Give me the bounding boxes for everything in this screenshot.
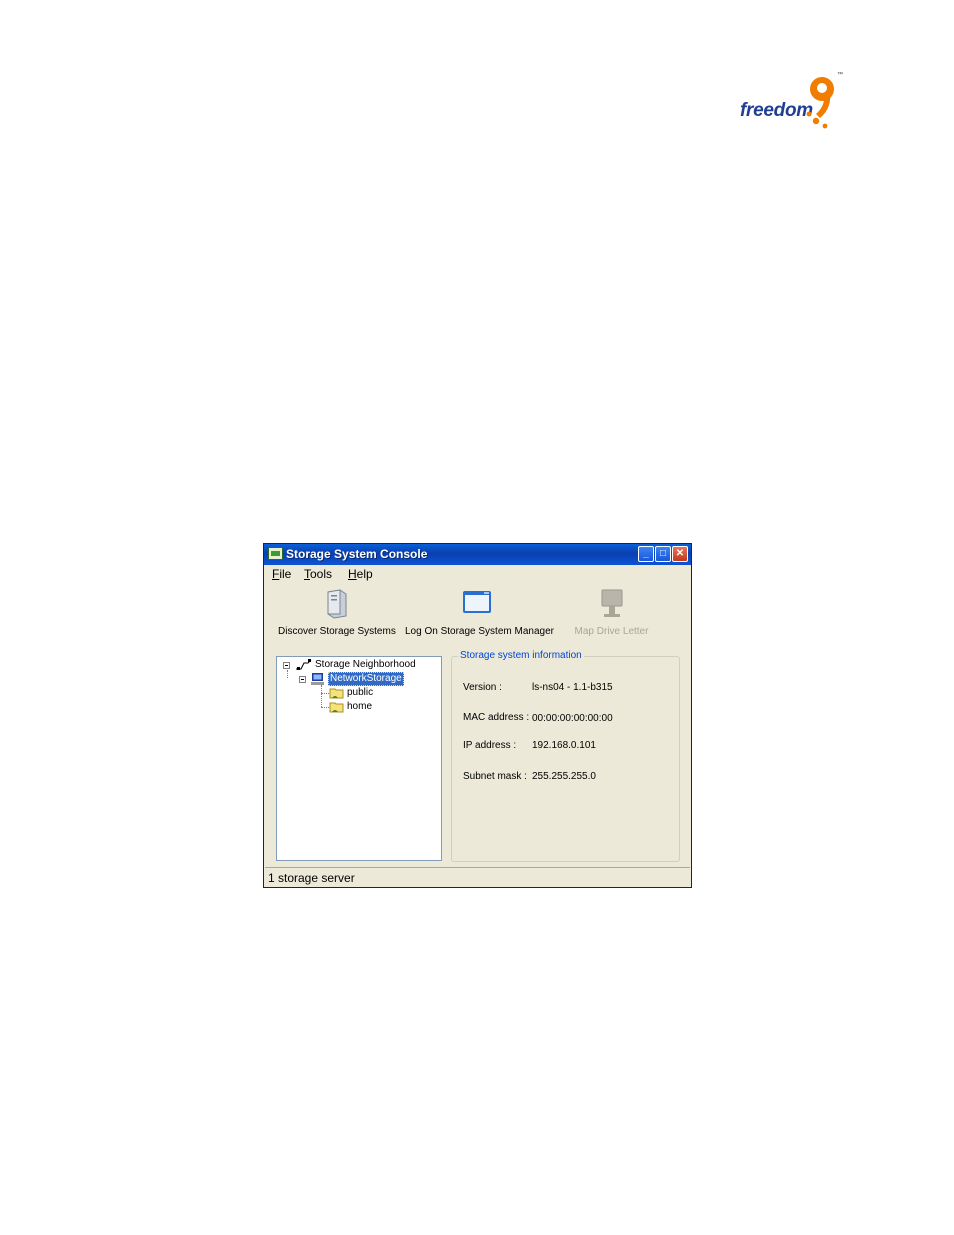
mac-label: MAC address : (463, 712, 530, 723)
tree-label-server: NetworkStorage (328, 672, 404, 686)
menu-file[interactable]: File (272, 567, 291, 581)
map-drive-label: Map Drive Letter (574, 626, 649, 637)
network-icon (296, 659, 312, 670)
tree-connector (321, 685, 322, 707)
tree-label-home: home (347, 701, 373, 712)
status-bar: 1 storage server (265, 867, 690, 886)
close-button[interactable]: ✕ (672, 546, 688, 562)
logon-manager-button[interactable]: Log On Storage System Manager (405, 588, 554, 640)
mac-value: 00:00:00:00:00:00 (532, 713, 613, 724)
window-title: Storage System Console (286, 547, 428, 561)
maximize-button[interactable]: □ (655, 546, 671, 562)
freedom9-logo: freedom ™ (738, 72, 848, 134)
info-group-title: Storage system information (458, 650, 584, 661)
shared-folder-icon (329, 702, 344, 713)
version-value: ls-ns04 - 1.1-b315 (532, 682, 613, 693)
tree-connector (321, 693, 329, 694)
discover-storage-button[interactable]: Discover Storage Systems (278, 588, 396, 640)
tree-label-public: public (347, 687, 374, 698)
menu-help[interactable]: Help (348, 567, 373, 581)
logo-wordmark: freedom (740, 100, 813, 121)
menu-bar: File Tools Help (264, 565, 691, 583)
status-text: 1 storage server (268, 871, 355, 885)
tree-label-root: Storage Neighborhood (315, 659, 416, 670)
computer-icon (311, 673, 324, 685)
ip-value: 192.168.0.101 (532, 740, 596, 751)
minimize-button[interactable]: _ (638, 546, 654, 562)
discover-storage-label: Discover Storage Systems (278, 626, 396, 637)
storage-info-group: Storage system information Version : ls-… (451, 650, 680, 862)
subnet-value: 255.255.255.0 (532, 771, 596, 782)
logo-nine-mark (806, 77, 834, 129)
app-icon (268, 547, 283, 560)
storage-tree[interactable]: Storage Neighborhood NetworkStorage publ… (276, 656, 442, 861)
logo-trademark: ™ (837, 72, 843, 78)
logon-manager-label: Log On Storage System Manager (405, 626, 554, 637)
map-drive-button[interactable]: Map Drive Letter (564, 588, 659, 640)
storage-console-window: Storage System Console _ □ ✕ File Tools … (263, 543, 692, 888)
server-icon (327, 589, 347, 619)
subnet-label: Subnet mask : (463, 771, 527, 782)
tree-connector (321, 707, 329, 708)
browser-window-icon (463, 591, 491, 613)
collapse-icon[interactable] (299, 676, 306, 683)
version-label: Version : (463, 682, 502, 693)
menu-tools[interactable]: Tools (304, 567, 332, 581)
tree-connector (287, 670, 288, 678)
collapse-icon[interactable] (283, 662, 290, 669)
shared-folder-icon (329, 688, 344, 699)
title-bar[interactable]: Storage System Console _ □ ✕ (264, 544, 691, 565)
map-drive-icon (601, 589, 622, 617)
ip-label: IP address : (463, 740, 517, 751)
